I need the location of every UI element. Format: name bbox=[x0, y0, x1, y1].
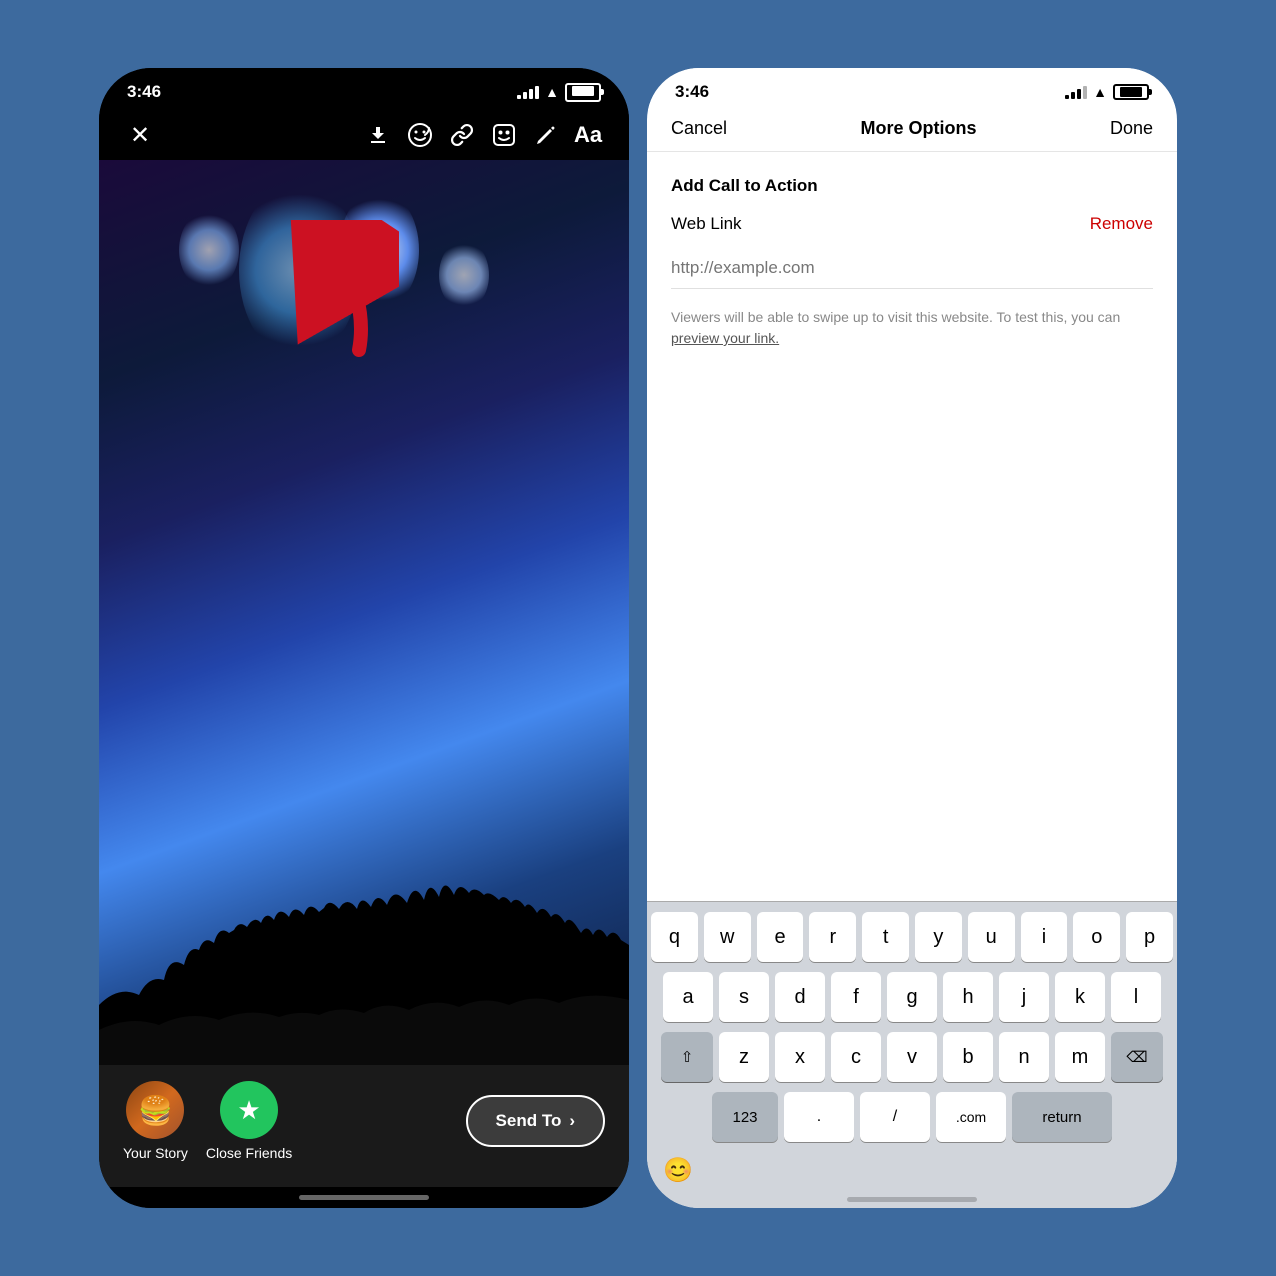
key-w[interactable]: w bbox=[704, 912, 751, 962]
key-j[interactable]: j bbox=[999, 972, 1049, 1022]
signal-icon bbox=[517, 86, 539, 99]
story-toolbar: ✕ bbox=[99, 110, 629, 160]
done-button[interactable]: Done bbox=[1110, 118, 1153, 139]
avatar-icon: 🍔 bbox=[138, 1094, 173, 1127]
status-bar-right: 3:46 ▲ bbox=[647, 68, 1177, 110]
shift-key[interactable]: ⇧ bbox=[661, 1032, 713, 1082]
delete-key[interactable]: ⌫ bbox=[1111, 1032, 1163, 1082]
keyboard-row-2: a s d f g h j k l bbox=[651, 972, 1173, 1022]
key-n[interactable]: n bbox=[999, 1032, 1049, 1082]
home-indicator-right bbox=[647, 1191, 1177, 1208]
web-link-row: Web Link Remove bbox=[671, 214, 1153, 234]
home-indicator-left bbox=[99, 1187, 629, 1208]
crowd-silhouette bbox=[99, 865, 629, 1065]
face-filter-button[interactable] bbox=[485, 116, 523, 154]
wifi-icon: ▲ bbox=[545, 84, 559, 100]
story-bottom: 🍔 Your Story ★ Close Friends Send To › bbox=[99, 1065, 629, 1187]
key-d[interactable]: d bbox=[775, 972, 825, 1022]
web-link-label: Web Link bbox=[671, 214, 742, 234]
key-y[interactable]: y bbox=[915, 912, 962, 962]
time-right: 3:46 bbox=[675, 82, 709, 102]
keyboard-row-1: q w e r t y u i o p bbox=[651, 912, 1173, 962]
key-z[interactable]: z bbox=[719, 1032, 769, 1082]
status-icons-right: ▲ bbox=[1065, 84, 1149, 100]
key-q[interactable]: q bbox=[651, 912, 698, 962]
download-button[interactable] bbox=[359, 116, 397, 154]
key-a[interactable]: a bbox=[663, 972, 713, 1022]
url-input[interactable] bbox=[671, 248, 1153, 288]
nav-title: More Options bbox=[861, 118, 977, 139]
key-t[interactable]: t bbox=[862, 912, 909, 962]
send-to-button[interactable]: Send To › bbox=[466, 1095, 605, 1147]
keyboard: q w e r t y u i o p a s d f g h j k l ⇧ … bbox=[647, 901, 1177, 1191]
story-image bbox=[99, 160, 629, 1065]
numbers-key[interactable]: 123 bbox=[712, 1092, 778, 1142]
battery-icon bbox=[565, 83, 601, 102]
status-bar-left: 3:46 ▲ bbox=[99, 68, 629, 110]
signal-icon-right bbox=[1065, 86, 1087, 99]
close-friends-button[interactable]: ★ bbox=[220, 1081, 278, 1139]
keyboard-row-3: ⇧ z x c v b n m ⌫ bbox=[651, 1032, 1173, 1082]
right-phone: 3:46 ▲ Cancel More Options Done Add Call… bbox=[647, 68, 1177, 1208]
key-e[interactable]: e bbox=[757, 912, 804, 962]
close-button[interactable]: ✕ bbox=[121, 116, 159, 154]
return-key[interactable]: return bbox=[1012, 1092, 1112, 1142]
left-phone: 3:46 ▲ ✕ bbox=[99, 68, 629, 1208]
key-s[interactable]: s bbox=[719, 972, 769, 1022]
remove-button[interactable]: Remove bbox=[1090, 214, 1153, 234]
key-l[interactable]: l bbox=[1111, 972, 1161, 1022]
key-v[interactable]: v bbox=[887, 1032, 937, 1082]
key-c[interactable]: c bbox=[831, 1032, 881, 1082]
story-actions: 🍔 Your Story ★ Close Friends Send To › bbox=[123, 1081, 605, 1161]
chevron-right-icon: › bbox=[569, 1111, 575, 1131]
your-story-avatar[interactable]: 🍔 bbox=[126, 1081, 184, 1139]
draw-button[interactable] bbox=[527, 116, 565, 154]
period-key[interactable]: . bbox=[784, 1092, 854, 1142]
slash-key[interactable]: / bbox=[860, 1092, 930, 1142]
url-input-container bbox=[671, 248, 1153, 289]
close-friends-label: Close Friends bbox=[206, 1145, 292, 1161]
link-button[interactable] bbox=[443, 116, 481, 154]
battery-icon-right bbox=[1113, 84, 1149, 100]
key-r[interactable]: r bbox=[809, 912, 856, 962]
key-x[interactable]: x bbox=[775, 1032, 825, 1082]
key-f[interactable]: f bbox=[831, 972, 881, 1022]
status-icons-left: ▲ bbox=[517, 83, 601, 102]
key-b[interactable]: b bbox=[943, 1032, 993, 1082]
wifi-icon-right: ▲ bbox=[1093, 84, 1107, 100]
key-u[interactable]: u bbox=[968, 912, 1015, 962]
section-title: Add Call to Action bbox=[671, 176, 1153, 196]
emoji-button[interactable]: 😊 bbox=[663, 1156, 693, 1185]
cancel-button[interactable]: Cancel bbox=[671, 118, 727, 139]
key-h[interactable]: h bbox=[943, 972, 993, 1022]
text-button[interactable]: Aa bbox=[569, 116, 607, 154]
preview-link[interactable]: preview your link. bbox=[671, 330, 779, 346]
toolbar-icons-right: Aa bbox=[359, 116, 607, 154]
key-m[interactable]: m bbox=[1055, 1032, 1105, 1082]
key-k[interactable]: k bbox=[1055, 972, 1105, 1022]
star-icon: ★ bbox=[237, 1095, 260, 1126]
sticker-button[interactable] bbox=[401, 116, 439, 154]
form-content: Add Call to Action Web Link Remove Viewe… bbox=[647, 152, 1177, 901]
hint-text: Viewers will be able to swipe up to visi… bbox=[671, 307, 1153, 349]
time-left: 3:46 bbox=[127, 82, 161, 102]
key-p[interactable]: p bbox=[1126, 912, 1173, 962]
key-o[interactable]: o bbox=[1073, 912, 1120, 962]
key-i[interactable]: i bbox=[1021, 912, 1068, 962]
keyboard-row-4: 123 . / .com return bbox=[651, 1092, 1173, 1142]
dotcom-key[interactable]: .com bbox=[936, 1092, 1006, 1142]
nav-bar-right: Cancel More Options Done bbox=[647, 110, 1177, 152]
key-g[interactable]: g bbox=[887, 972, 937, 1022]
keyboard-bottom-row: 😊 bbox=[651, 1152, 1173, 1189]
your-story-label: Your Story bbox=[123, 1145, 188, 1161]
